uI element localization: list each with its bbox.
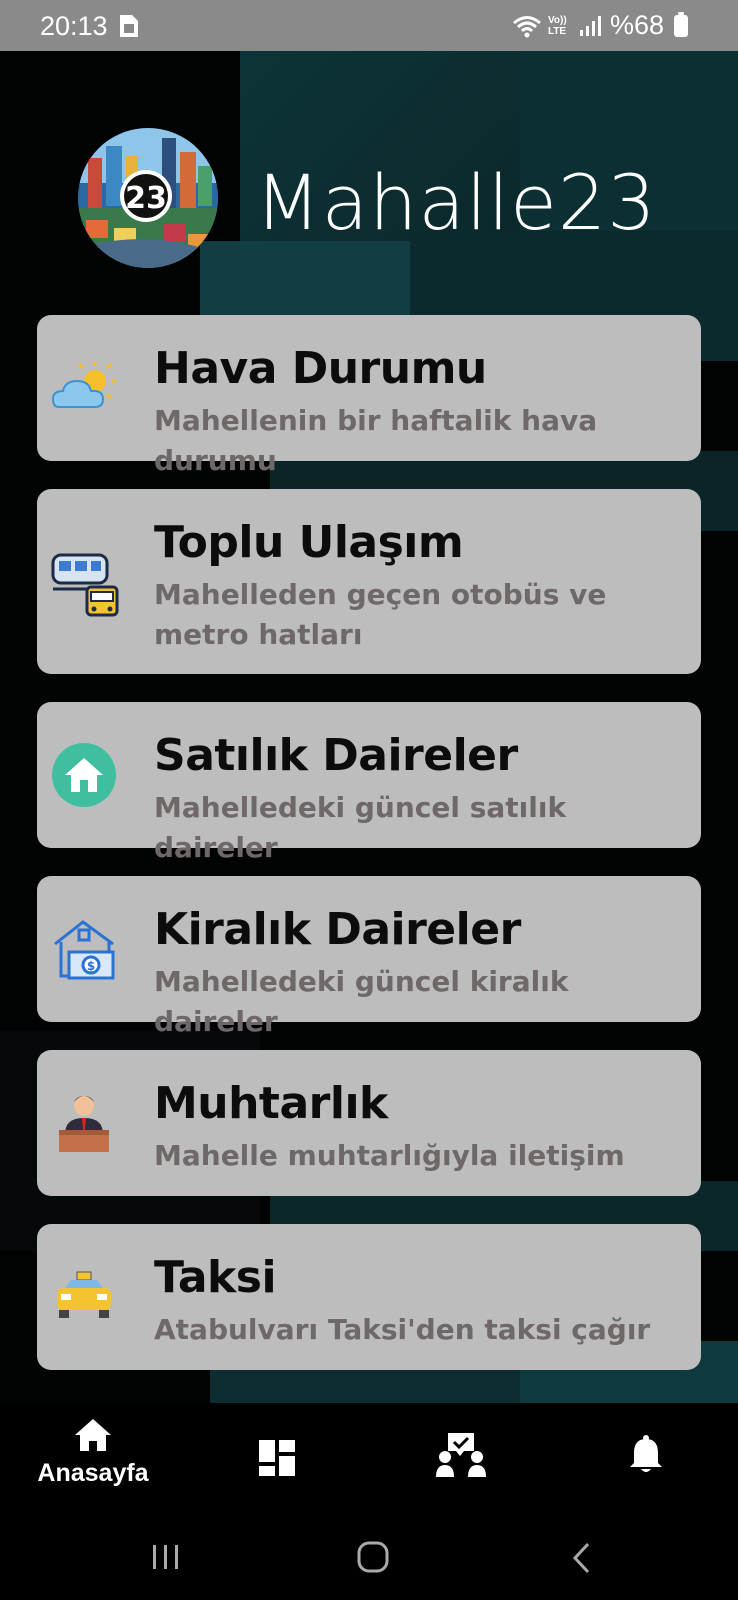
nav-dashboard[interactable] [255,1439,299,1481]
card-subtitle: Mahellenin bir haftalik hava durumu [154,404,598,477]
nav-home-label: Anasayfa [37,1459,149,1487]
nav-community[interactable] [435,1431,487,1483]
transport-icon [51,553,119,617]
card-subtitle: Mahelledeki güncel kiralık daireler [154,965,569,1038]
card-subtitle: Atabulvarı Taksi'den taksi çağır [154,1313,651,1346]
card-weather[interactable]: Hava Durumu Mahellenin bir haftalik hava… [37,315,701,477]
rent-house-icon: $ [54,920,115,980]
card-for-sale[interactable]: Satılık Daireler Mahelledeki güncel satı… [37,702,701,864]
card-subtitle: Mahelle muhtarlığıyla iletişim [154,1139,625,1172]
signal-icon [579,15,601,36]
battery-percent: %68 [609,10,664,40]
home-icon [75,1419,111,1451]
battery-icon [674,11,688,37]
card-title: Hava Durumu [154,343,487,394]
system-nav-bar [0,1513,738,1600]
card-headman[interactable]: Muhtarlık Mahelle muhtarlığıyla iletişim [37,1050,701,1196]
card-title: Muhtarlık [154,1078,388,1129]
card-title: Kiralık Daireler [154,904,521,955]
app-title: Mahalle23 [255,158,657,247]
nav-notifications[interactable] [628,1435,664,1479]
home-icon [52,743,116,807]
home-button-icon[interactable] [356,1541,390,1573]
status-icons: Vo)) LTE %68 [512,10,688,41]
sim-card-icon [120,15,138,37]
card-title: Satılık Daireler [154,730,518,781]
weather-icon [51,361,116,408]
svg-text:$: $ [87,959,95,973]
card-title: Taksi [154,1252,277,1303]
status-time: 20:13 [40,11,108,41]
bell-icon [630,1435,662,1472]
card-subtitle: Mahelleden geçen otobüs ve metro hatları [154,578,607,651]
back-icon[interactable] [570,1541,592,1575]
volte-label: Vo)) LTE [547,14,567,37]
app-logo: 23 [78,128,218,268]
official-icon [59,1096,109,1152]
card-title: Toplu Ulaşım [154,517,464,568]
logo-number: 23 [125,181,167,216]
card-subtitle: Mahelledeki güncel satılık daireler [154,791,567,864]
wifi-icon [512,15,541,37]
bottom-nav: Anasayfa [0,1403,738,1513]
taxi-icon [57,1271,111,1318]
card-transport[interactable]: Toplu Ulaşım Mahelleden geçen otobüs ve … [37,489,701,674]
dashboard-icon [259,1440,295,1476]
card-for-rent[interactable]: $ Kiralık Daireler Mahelledeki güncel ki… [37,876,701,1038]
status-bar: 20:13 Vo)) LTE %68 [0,0,738,51]
logo-city-icon: 23 [78,128,218,268]
recent-apps-icon[interactable] [150,1543,182,1571]
nav-home[interactable]: Anasayfa [28,1417,158,1488]
card-taxi[interactable]: Taksi Atabulvarı Taksi'den taksi çağır [37,1224,701,1370]
community-icon [436,1433,486,1477]
